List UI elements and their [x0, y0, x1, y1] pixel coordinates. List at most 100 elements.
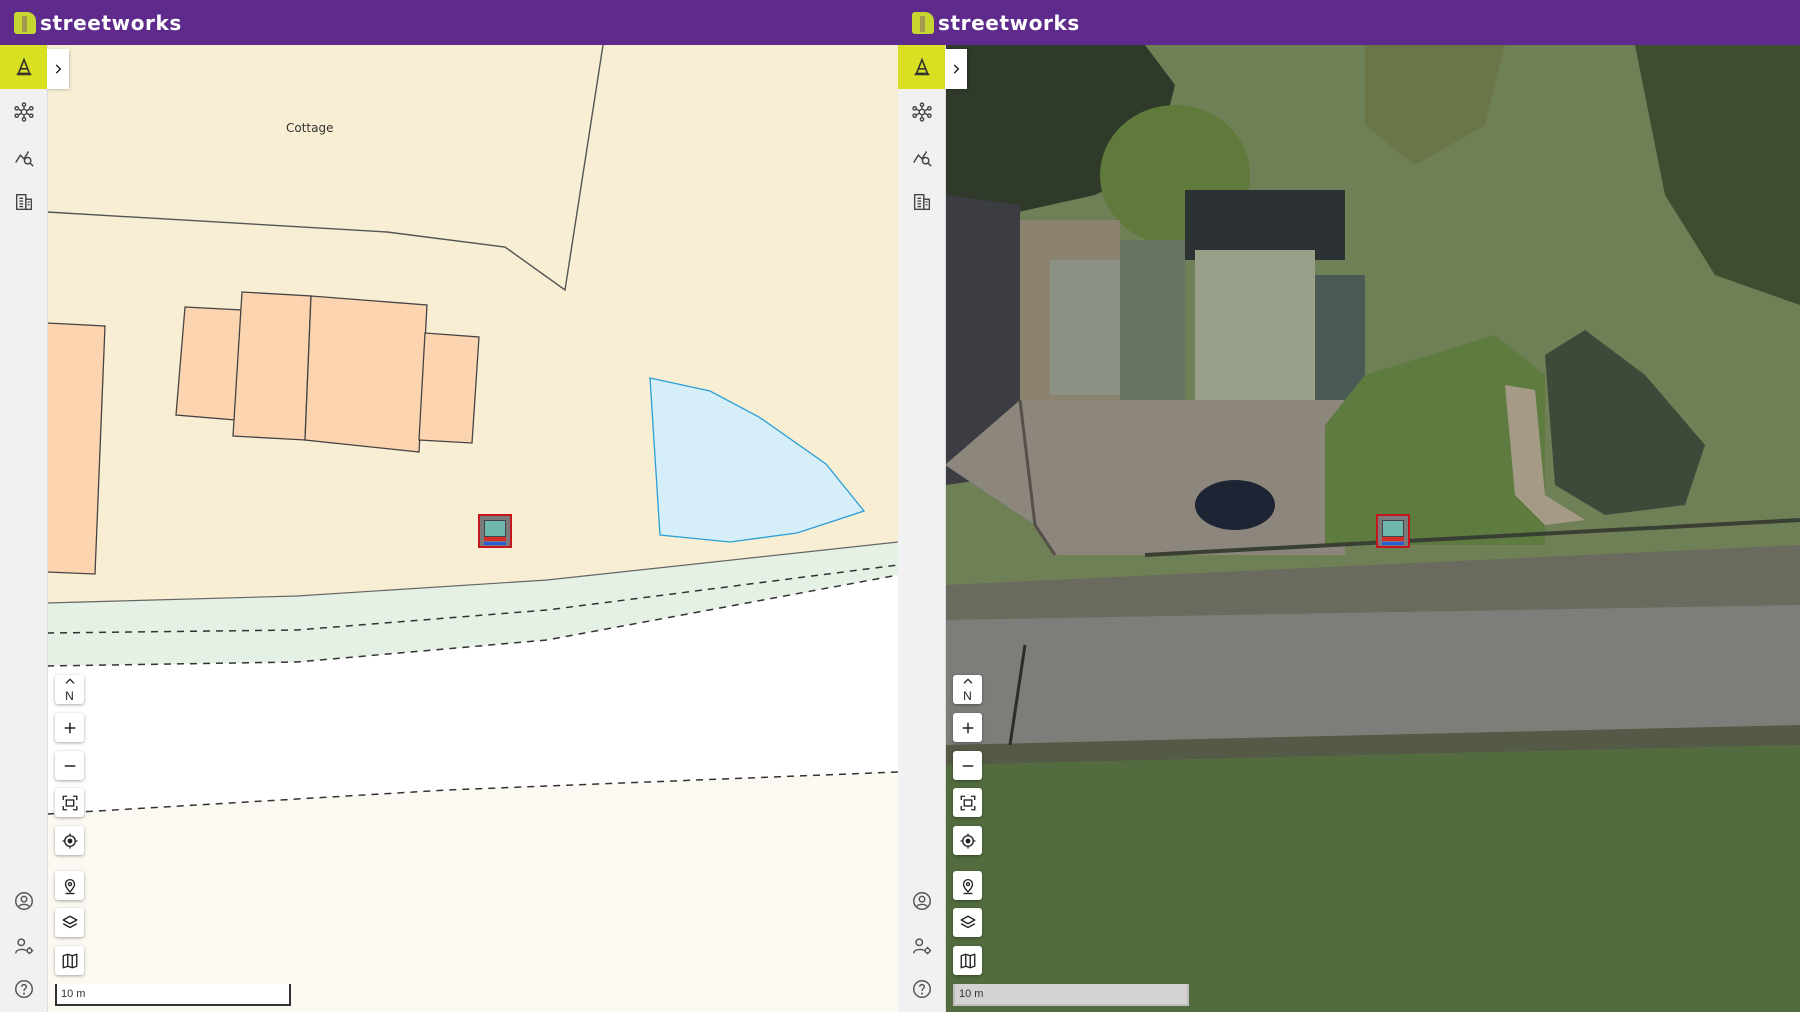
- layers-icon: [959, 914, 977, 932]
- right-map-panel: streetworks N 10 m: [898, 0, 1800, 1012]
- sidebar-expand-button[interactable]: [945, 49, 967, 89]
- building-outline: [175, 306, 243, 421]
- north-button[interactable]: N: [55, 675, 84, 704]
- roof: [1195, 250, 1315, 400]
- works-sign-marker[interactable]: [478, 514, 512, 548]
- logo-mark-icon: [912, 12, 934, 34]
- sidebar-item-help[interactable]: [0, 967, 47, 1011]
- sidebar-item-buildings[interactable]: [0, 180, 47, 224]
- my-location-button[interactable]: [953, 826, 982, 855]
- zoom-extent-button[interactable]: [55, 788, 84, 817]
- sidebar-item-works[interactable]: [0, 45, 47, 89]
- sidebar-item-user-settings[interactable]: [0, 924, 47, 968]
- sidebar: [898, 45, 946, 1012]
- fit-extent-icon: [61, 794, 79, 812]
- logo[interactable]: streetworks: [912, 11, 1080, 35]
- roof: [1185, 190, 1345, 260]
- help-circle-icon: [13, 978, 35, 1000]
- zoom-out-button[interactable]: [953, 751, 982, 780]
- layers-button[interactable]: [953, 908, 982, 937]
- road-surface: [945, 605, 1800, 745]
- scale-bar: 10 m: [953, 984, 1189, 1006]
- brand-name: streetworks: [938, 11, 1080, 35]
- zoom-in-button[interactable]: [55, 713, 84, 742]
- map-pin-button[interactable]: [953, 871, 982, 900]
- place-label: Cottage: [286, 121, 334, 135]
- crosshair-icon: [959, 832, 977, 850]
- chevron-right-icon: [949, 62, 963, 76]
- sidebar-item-account[interactable]: [0, 879, 47, 923]
- sign-stripe: [1382, 537, 1404, 541]
- sidebar-item-analytics[interactable]: [898, 135, 945, 179]
- building-icon: [13, 191, 35, 213]
- user-gear-icon: [911, 935, 933, 957]
- works-sign-icon: [1382, 520, 1404, 537]
- footway-area: [47, 772, 898, 1012]
- sign-stripe: [484, 542, 506, 545]
- building-icon: [911, 191, 933, 213]
- sidebar-expand-button[interactable]: [47, 49, 69, 89]
- map-pin-icon: [959, 877, 977, 895]
- works-sign-marker[interactable]: [1376, 514, 1410, 548]
- map-fold-icon: [959, 952, 977, 970]
- street-map-canvas[interactable]: Cottage N 10 m: [47, 45, 898, 1012]
- works-sign-icon: [484, 520, 506, 537]
- left-map-panel: streetworks Cottage N 10 m: [0, 0, 898, 1012]
- user-gear-icon: [13, 935, 35, 957]
- crosshair-icon: [61, 832, 79, 850]
- map-pin-button[interactable]: [55, 871, 84, 900]
- top-bar: streetworks: [898, 0, 1800, 45]
- map-pin-icon: [61, 877, 79, 895]
- logo-mark-icon: [14, 12, 36, 34]
- building-outline: [232, 291, 312, 441]
- layers-button[interactable]: [55, 908, 84, 937]
- sidebar: [0, 45, 48, 1012]
- building-outline: [304, 295, 428, 453]
- grass-field: [945, 745, 1800, 1012]
- scale-label: 10 m: [61, 988, 86, 1000]
- network-icon: [13, 101, 35, 123]
- building-outline: [47, 322, 106, 575]
- help-circle-icon: [911, 978, 933, 1000]
- sidebar-item-works[interactable]: [898, 45, 945, 89]
- zoom-extent-button[interactable]: [953, 788, 982, 817]
- brand-name: streetworks: [40, 11, 182, 35]
- parked-car: [1195, 480, 1275, 530]
- sidebar-item-buildings[interactable]: [898, 180, 945, 224]
- north-label: N: [963, 689, 972, 703]
- plus-icon: [959, 719, 977, 737]
- layers-icon: [61, 914, 79, 932]
- scale-label: 10 m: [959, 988, 984, 1000]
- minus-icon: [61, 757, 79, 775]
- basemap-button[interactable]: [953, 946, 982, 975]
- traffic-cone-icon: [911, 56, 933, 78]
- sign-stripe: [1382, 542, 1404, 545]
- satellite-map-canvas[interactable]: N 10 m: [945, 45, 1800, 1012]
- basemap-button[interactable]: [55, 946, 84, 975]
- sign-stripe: [484, 537, 506, 541]
- scale-bar: 10 m: [55, 984, 291, 1006]
- satellite-imagery: [945, 45, 1800, 1012]
- sidebar-item-network[interactable]: [0, 90, 47, 134]
- street-map-drawing: [47, 45, 898, 1012]
- roof: [1120, 240, 1185, 400]
- zoom-in-button[interactable]: [953, 713, 982, 742]
- top-bar: streetworks: [0, 0, 898, 45]
- sidebar-item-network[interactable]: [898, 90, 945, 134]
- chart-search-icon: [911, 146, 933, 168]
- user-circle-icon: [911, 890, 933, 912]
- north-button[interactable]: N: [953, 675, 982, 704]
- north-label: N: [65, 689, 74, 703]
- zoom-out-button[interactable]: [55, 751, 84, 780]
- sidebar-item-help[interactable]: [898, 967, 945, 1011]
- minus-icon: [959, 757, 977, 775]
- sidebar-item-user-settings[interactable]: [898, 924, 945, 968]
- logo[interactable]: streetworks: [14, 11, 182, 35]
- traffic-cone-icon: [13, 56, 35, 78]
- plus-icon: [61, 719, 79, 737]
- my-location-button[interactable]: [55, 826, 84, 855]
- fit-extent-icon: [959, 794, 977, 812]
- chart-search-icon: [13, 146, 35, 168]
- sidebar-item-analytics[interactable]: [0, 135, 47, 179]
- sidebar-item-account[interactable]: [898, 879, 945, 923]
